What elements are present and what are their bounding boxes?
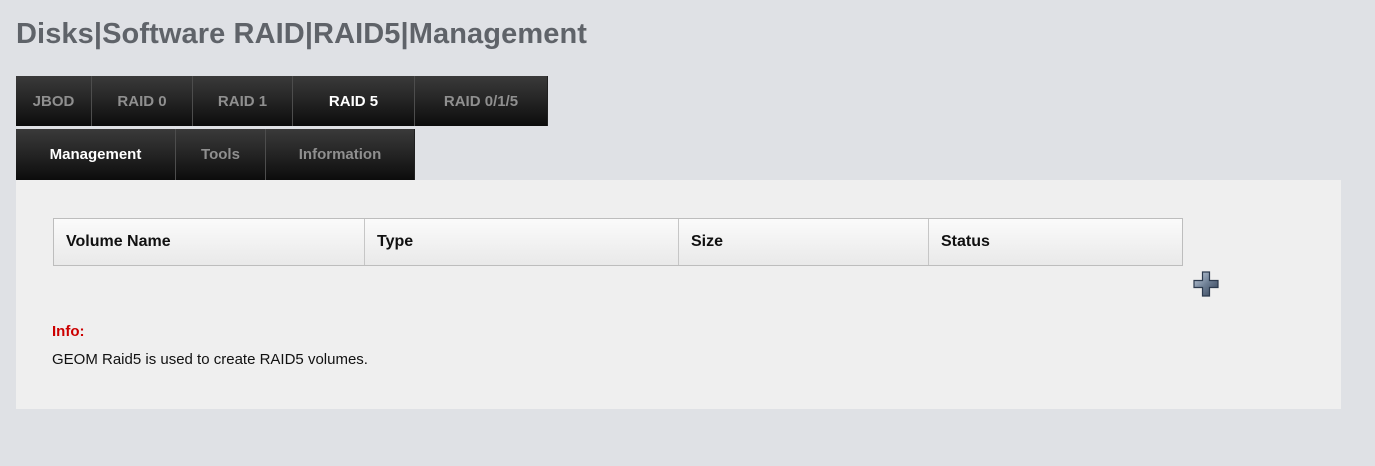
- volumes-table-header: Volume Name Type Size Status: [53, 218, 1183, 266]
- column-header-volume-name: Volume Name: [54, 219, 365, 265]
- column-header-type: Type: [365, 219, 679, 265]
- tab-raid5[interactable]: RAID 5: [293, 76, 415, 126]
- tab-raid015[interactable]: RAID 0/1/5: [415, 76, 548, 126]
- raid5-subtabs: Management Tools Information: [16, 129, 415, 180]
- tab-raid1[interactable]: RAID 1: [193, 76, 293, 126]
- page-title: Disks|Software RAID|RAID5|Management: [16, 18, 588, 50]
- tab-management[interactable]: Management: [16, 129, 176, 180]
- tab-raid0[interactable]: RAID 0: [92, 76, 193, 126]
- column-header-status: Status: [941, 233, 990, 250]
- column-header-size: Size: [679, 219, 929, 265]
- info-text: GEOM Raid5 is used to create RAID5 volum…: [52, 351, 368, 368]
- tab-tools[interactable]: Tools: [176, 129, 266, 180]
- info-label: Info:: [52, 323, 85, 340]
- content-panel: Volume Name Type Size Status Info: GEOM …: [16, 180, 1341, 409]
- tab-jbod[interactable]: JBOD: [16, 76, 92, 126]
- add-volume-button[interactable]: [1192, 270, 1220, 298]
- tab-information[interactable]: Information: [266, 129, 415, 180]
- plus-icon: [1193, 271, 1219, 297]
- raid-type-tabs: JBOD RAID 0 RAID 1 RAID 5 RAID 0/1/5: [16, 76, 548, 126]
